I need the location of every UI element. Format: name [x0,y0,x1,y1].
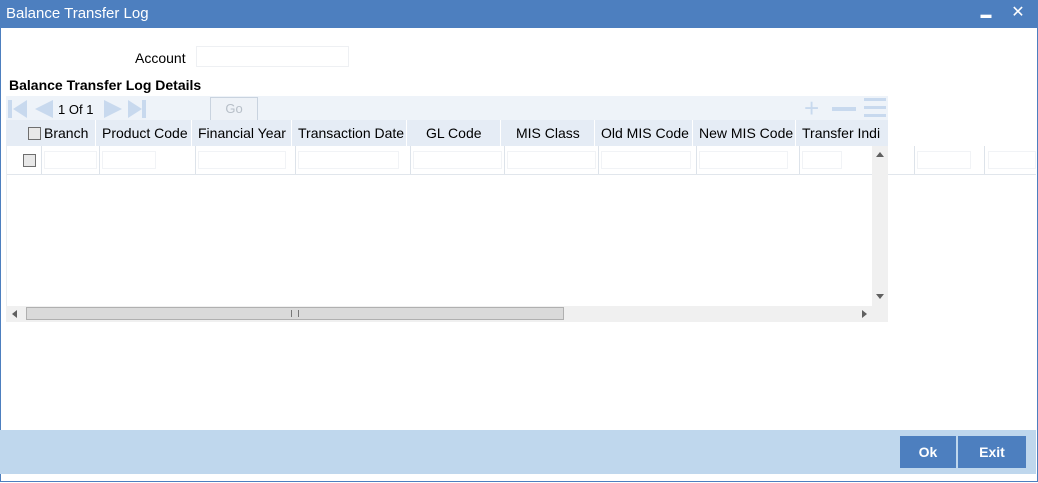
ok-button[interactable]: Ok [900,436,956,468]
next-page-icon[interactable] [102,96,124,120]
column-header-gl-code[interactable]: GL Code [426,120,482,146]
scroll-right-icon[interactable] [862,310,867,318]
column-header-branch[interactable]: Branch [44,120,88,146]
branch-cell[interactable] [44,151,97,169]
transfer-indicator-cell[interactable] [802,151,842,169]
grid-body [6,146,873,306]
new-mis-code-cell[interactable] [699,151,788,169]
scroll-down-icon[interactable] [876,294,884,299]
transaction-date-cell[interactable] [298,151,399,169]
single-view-icon[interactable] [864,98,886,118]
row-checkbox[interactable] [23,154,36,167]
overflow-cell[interactable] [917,151,971,169]
column-header-mis-class[interactable]: MIS Class [516,120,580,146]
select-all-checkbox[interactable] [28,127,41,140]
mis-class-cell[interactable] [507,151,596,169]
column-header-product-code[interactable]: Product Code [102,120,188,146]
prev-page-icon[interactable] [33,96,55,120]
last-page-icon[interactable] [126,96,148,120]
add-row-icon[interactable]: + [804,95,819,121]
close-icon[interactable]: ✕ [1007,2,1029,24]
minimize-icon[interactable]: ▬ [975,4,997,26]
gl-code-cell[interactable] [413,151,502,169]
horizontal-scrollbar[interactable] [6,306,888,322]
of-label: Of [68,102,83,117]
first-page-icon[interactable] [8,96,30,120]
window-title: Balance Transfer Log [6,5,149,22]
total-pages: 1 [86,102,94,117]
go-button[interactable]: Go [210,97,258,121]
row-divider [7,174,873,175]
current-page: 1 [58,102,66,117]
row-overflow [888,146,1036,175]
grip-icon [291,310,299,317]
column-header-transfer-indicator[interactable]: Transfer Indi [802,120,880,146]
scroll-up-icon[interactable] [876,152,884,157]
section-title: Balance Transfer Log Details [9,77,202,93]
product-code-cell[interactable] [102,151,156,169]
footer-bar: Ok Exit [0,430,1036,474]
old-mis-code-cell[interactable] [601,151,691,169]
grid-toolbar: 1 Of 1 Go + [6,95,888,121]
financial-year-cell[interactable] [198,151,286,169]
grid-header-row: Branch Product Code Financial Year Trans… [6,120,888,146]
exit-button[interactable]: Exit [958,436,1026,468]
scroll-thumb[interactable] [26,307,564,320]
scroll-left-icon[interactable] [12,310,17,318]
overflow-cell[interactable] [988,151,1036,169]
page-indicator: 1 Of 1 [58,102,93,117]
table-row [7,146,873,175]
account-input[interactable] [196,46,349,67]
account-label: Account [135,50,186,66]
title-bar: Balance Transfer Log ▬ ✕ [0,0,1038,28]
page-number-input[interactable] [164,99,208,121]
column-header-transaction-date[interactable]: Transaction Date [298,120,404,146]
column-header-new-mis-code[interactable]: New MIS Code [699,120,793,146]
vertical-scrollbar[interactable] [872,146,888,306]
delete-row-icon[interactable] [832,107,856,111]
column-header-old-mis-code[interactable]: Old MIS Code [601,120,689,146]
column-header-financial-year[interactable]: Financial Year [198,120,286,146]
